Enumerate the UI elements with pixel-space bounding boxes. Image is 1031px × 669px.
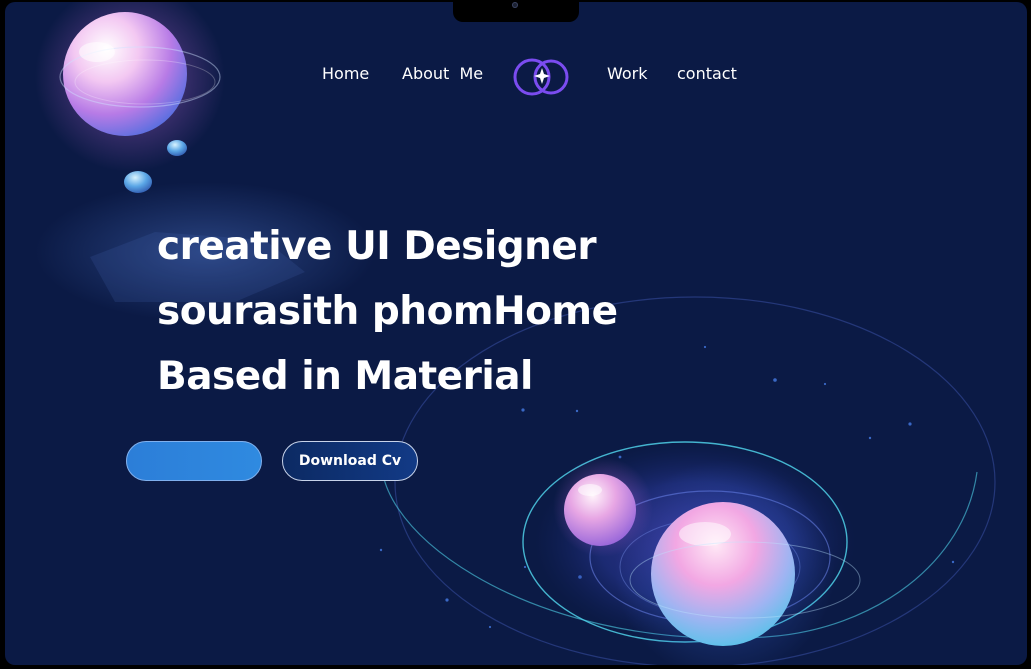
camera-notch — [453, 0, 579, 22]
main-navigation: Home About Me Work contact — [5, 54, 1027, 100]
hero-line-location: Based in Material — [157, 354, 533, 399]
camera-icon — [512, 2, 518, 8]
nav-home-link[interactable]: Home — [322, 64, 369, 83]
logo-mark-icon[interactable] — [511, 54, 577, 100]
device-frame: Home About Me Work contact creative UI D… — [0, 0, 1031, 669]
hero-heading: creative UI Designer sourasith phomHome … — [157, 214, 618, 409]
hero-line-name: sourasith phomHome — [157, 289, 618, 334]
nav-contact-link[interactable]: contact — [677, 64, 737, 83]
nav-work-link[interactable]: Work — [607, 64, 648, 83]
primary-cta-button[interactable] — [126, 441, 262, 481]
hero-line-title: creative UI Designer — [157, 224, 597, 269]
page-screen: Home About Me Work contact creative UI D… — [5, 2, 1027, 665]
download-cv-button[interactable]: Download Cv — [282, 441, 418, 481]
nav-about-link[interactable]: About Me — [402, 64, 483, 83]
